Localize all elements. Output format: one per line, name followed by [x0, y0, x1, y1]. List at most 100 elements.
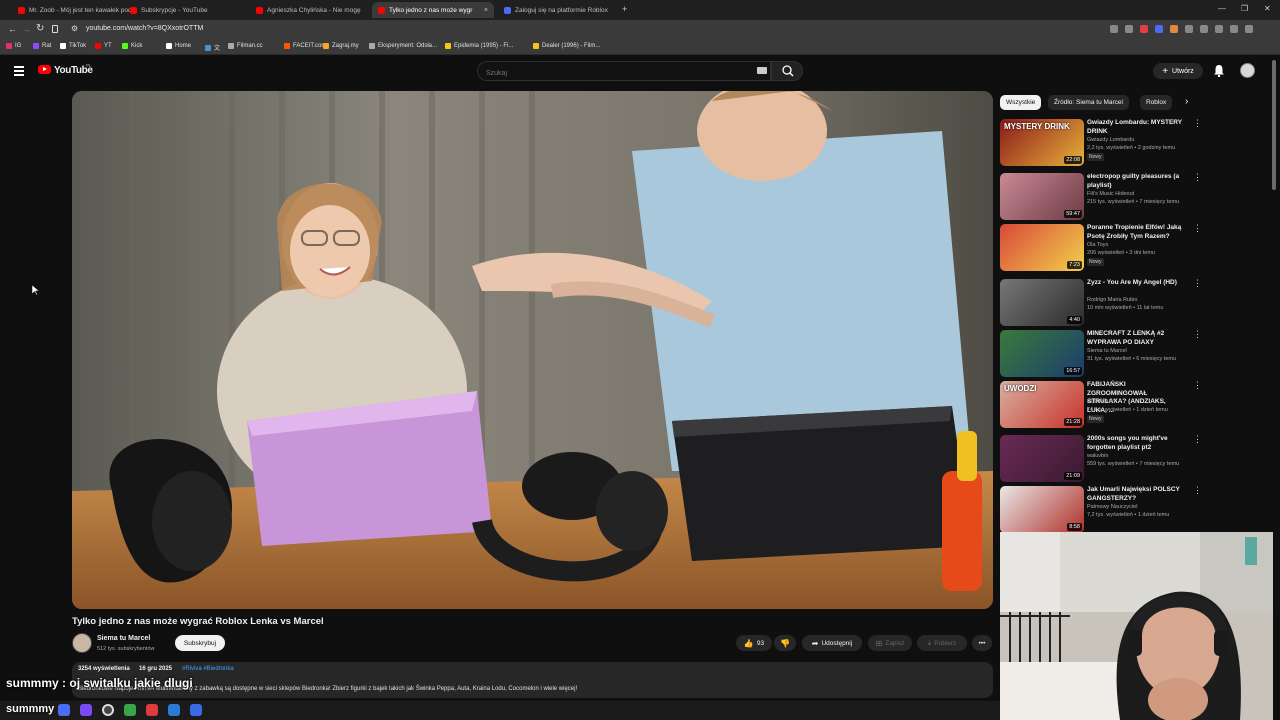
browser-tab[interactable]: Mr. Zoob - Mój jest ten kawałek podł	[12, 2, 134, 18]
minimize-button[interactable]: —	[1218, 4, 1226, 13]
more-actions-button[interactable]: •••	[972, 635, 992, 651]
obs-icon[interactable]	[102, 704, 114, 716]
more-vertical-icon[interactable]: ⋮	[1193, 486, 1202, 495]
video-thumbnail[interactable]: 16:57	[1000, 330, 1084, 377]
app-icon[interactable]	[124, 704, 136, 716]
subscribe-button[interactable]: Subskrybuj	[175, 635, 225, 651]
hashtags[interactable]: #Riviva #Biedronka	[182, 666, 234, 672]
link-icon[interactable]	[1230, 25, 1238, 33]
more-vertical-icon[interactable]: ⋮	[1193, 381, 1202, 390]
channel-avatar[interactable]	[72, 633, 92, 653]
more-vertical-icon[interactable]: ⋮	[1193, 330, 1202, 339]
recommended-video[interactable]: UWODZI 21:28 FABIJAŃSKI ZGROOMINGOWAŁ STRU…	[1000, 381, 1202, 429]
browser-tab[interactable]: Zaloguj się na platformie Roblox	[498, 2, 620, 18]
chevron-right-icon[interactable]: ›	[1185, 96, 1188, 107]
account-avatar[interactable]	[1240, 63, 1255, 78]
recommended-channel-name[interactable]: Fili's Music Hideout	[1087, 191, 1134, 197]
chip-roblox[interactable]: Roblox	[1140, 95, 1173, 110]
chip-all[interactable]: Wszystkie	[1000, 95, 1042, 110]
app-icon[interactable]	[58, 704, 70, 716]
bookmark-item[interactable]: Home	[166, 43, 191, 49]
extension-icon[interactable]	[1215, 25, 1223, 33]
more-vertical-icon[interactable]: ⋮	[1193, 435, 1202, 444]
recommended-video-title[interactable]: electropop guilty pleasures (a playlist)	[1087, 173, 1187, 190]
bookmark-item[interactable]: Dealer (1996) - Film...	[533, 43, 600, 49]
recommended-video[interactable]: 21:09 2000s songs you might've forgotten …	[1000, 435, 1202, 483]
recommended-video[interactable]: 16:57 MINECRAFT Z LENKĄ #2 WYPRAWA PO DIA…	[1000, 330, 1202, 378]
recommended-video-title[interactable]: Poranne Tropienie Elfów! Jaką Psotę Zrob…	[1087, 224, 1187, 241]
share-button[interactable]: ➦ Udostępnij	[802, 635, 862, 651]
reload-icon[interactable]: ↻	[36, 23, 44, 34]
browser-tab[interactable]: Agnieszka Chylińska - Nie mogę	[250, 2, 372, 18]
bookmark-icon[interactable]	[52, 25, 58, 33]
video-thumbnail[interactable]: 21:09	[1000, 435, 1084, 482]
bookmark-item[interactable]: 文	[205, 43, 220, 52]
recommended-video-title[interactable]: Jak Umarli Najwięksi POLSCY GANGSTERZY?	[1087, 486, 1187, 503]
close-tab-icon[interactable]: ×	[484, 7, 488, 14]
more-vertical-icon[interactable]: ⋮	[1193, 173, 1202, 182]
site-info-icon[interactable]: ⚙	[71, 24, 78, 33]
search-input[interactable]	[478, 64, 748, 83]
maximize-button[interactable]: ❐	[1241, 4, 1248, 13]
extension-icon[interactable]	[1110, 25, 1118, 33]
recommended-video-title[interactable]: Zyzz - You Are My Angel (HD)	[1087, 279, 1187, 288]
recommended-channel-name[interactable]: Siema tu Marcel	[1087, 348, 1127, 354]
forward-icon[interactable]: →	[22, 24, 31, 34]
recommended-video-title[interactable]: 2000s songs you might've forgotten playl…	[1087, 435, 1187, 452]
bookmark-item[interactable]: Eksperyment: Odsła...	[369, 43, 437, 49]
recommended-channel-name[interactable]: Palmowy Nauczyciel	[1087, 504, 1137, 510]
extension-icon[interactable]	[1170, 25, 1178, 33]
video-player[interactable]	[72, 91, 993, 609]
search-box[interactable]	[477, 61, 771, 83]
app-icon[interactable]	[80, 704, 92, 716]
video-thumbnail[interactable]: UWODZI 21:28	[1000, 381, 1084, 428]
bookmark-item[interactable]: Epidemia (1995) - Fi...	[445, 43, 513, 49]
chip-channel-source[interactable]: Źródło: Siema tu Marcel	[1048, 95, 1129, 110]
recommended-channel-name[interactable]: PLOTKARY	[1087, 399, 1116, 405]
telegram-icon[interactable]	[168, 704, 180, 716]
extension-icon[interactable]	[1185, 25, 1193, 33]
video-thumbnail[interactable]: 59:47	[1000, 173, 1084, 220]
bookmark-item[interactable]: Filman.cc	[228, 43, 263, 49]
recommended-video[interactable]: 4:40 Zyzz - You Are My Angel (HD) Rodrigo …	[1000, 279, 1202, 327]
more-vertical-icon[interactable]: ⋮	[1193, 224, 1202, 233]
notifications-bell-icon[interactable]	[1213, 64, 1225, 77]
shield-icon[interactable]	[1140, 25, 1148, 33]
menu-icon[interactable]	[1245, 25, 1253, 33]
recommended-video-title[interactable]: Gwiazdy Lombardu: MYSTERY DRINK	[1087, 119, 1187, 136]
bookmark-item[interactable]: Rat	[33, 43, 51, 49]
bookmark-item[interactable]: YT	[95, 43, 112, 49]
recommended-video[interactable]: 7:23 Poranne Tropienie Elfów! Jaką Psotę …	[1000, 224, 1202, 272]
video-thumbnail[interactable]: 8:58	[1000, 486, 1084, 533]
close-window-button[interactable]: ✕	[1264, 4, 1271, 13]
recommended-video-title[interactable]: MINECRAFT Z LENKĄ #2 WYPRAWA PO DIAXY	[1087, 330, 1187, 347]
bookmark-item[interactable]: Zagraj.my	[323, 43, 359, 49]
download-button[interactable]: ⤓ Pobierz	[917, 635, 967, 651]
extension-icon[interactable]	[1125, 25, 1133, 33]
recommended-channel-name[interactable]: waluvbin	[1087, 453, 1108, 459]
video-thumbnail[interactable]: MYSTERY DRINK 22:08	[1000, 119, 1084, 166]
more-vertical-icon[interactable]: ⋮	[1193, 279, 1202, 288]
bookmark-item[interactable]: FACEIT.com	[284, 43, 326, 49]
youtube-logo-icon[interactable]	[38, 65, 51, 74]
dislike-button[interactable]: 👎	[774, 635, 796, 651]
video-thumbnail[interactable]: 7:23	[1000, 224, 1084, 271]
save-button[interactable]: ⊞ Zapisz	[868, 635, 912, 651]
hamburger-menu-icon[interactable]	[14, 66, 24, 76]
create-button[interactable]: + Utwórz	[1153, 63, 1203, 79]
bookmark-item[interactable]: Kick	[122, 43, 142, 49]
video-thumbnail[interactable]: 4:40	[1000, 279, 1084, 326]
recommended-video[interactable]: MYSTERY DRINK 22:08 Gwiazdy Lombardu: MYST…	[1000, 119, 1202, 167]
recommended-video[interactable]: 59:47 electropop guilty pleasures (a play…	[1000, 173, 1202, 221]
browser-icon[interactable]	[146, 704, 158, 716]
page-scrollbar[interactable]	[1272, 60, 1276, 190]
recommended-video[interactable]: 8:58 Jak Umarli Najwięksi POLSCY GANGSTER…	[1000, 486, 1202, 534]
keyboard-icon[interactable]	[757, 67, 767, 74]
like-button[interactable]: 👍 93	[736, 635, 772, 651]
back-icon[interactable]: ←	[8, 24, 17, 34]
bookmark-item[interactable]: IG	[6, 43, 21, 49]
url-field[interactable]: youtube.com/watch?v=8QXxotrOTTM	[86, 25, 203, 32]
new-tab-button[interactable]: +	[622, 4, 627, 14]
download-icon[interactable]	[1200, 25, 1208, 33]
browser-tab[interactable]: Tylko jedno z nas może wygr ×	[372, 2, 494, 18]
